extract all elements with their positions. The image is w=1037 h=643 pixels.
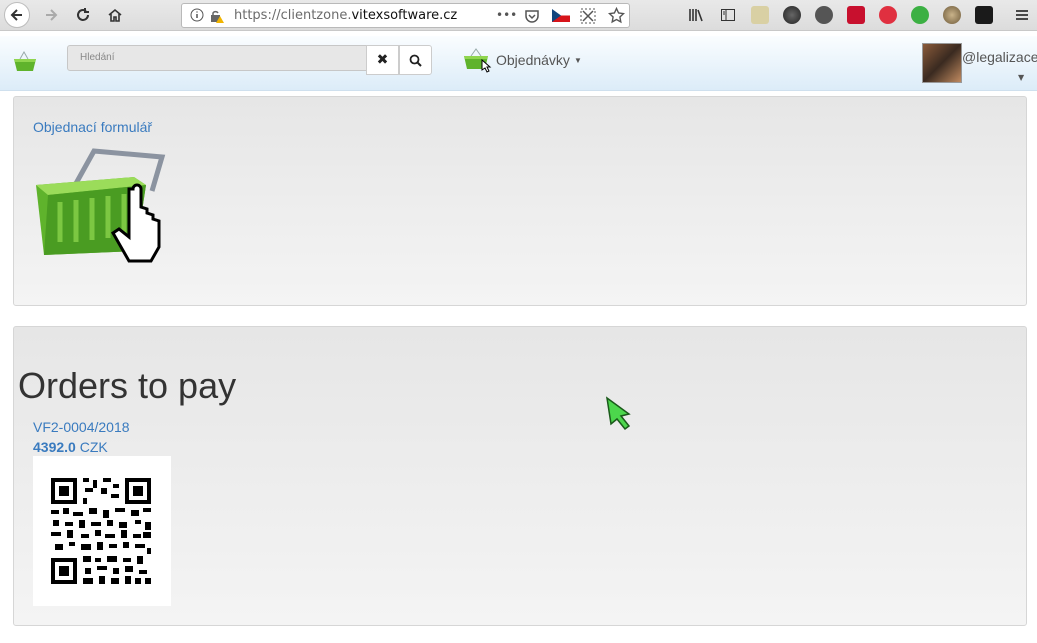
amount-currency: CZK [79, 439, 108, 455]
app-logo-basket-icon[interactable] [12, 50, 38, 78]
home-button[interactable] [104, 3, 126, 27]
hamburger-menu-icon[interactable] [1012, 3, 1032, 27]
order-form-panel: Objednací formulář [13, 96, 1027, 306]
search-icon [409, 54, 422, 67]
browser-toolbar: https://clientzone.vitexsoftware.cz ••• [0, 0, 1037, 31]
reload-button[interactable] [72, 3, 94, 27]
caret-down-icon: ▼ [573, 55, 582, 65]
close-icon: ✖ [376, 52, 389, 68]
user-menu-caret-icon[interactable]: ▼ [1018, 73, 1024, 82]
qr-code-icon [51, 478, 151, 584]
basket-cursor-icon [464, 48, 492, 73]
flash-extension-icon[interactable] [847, 6, 865, 24]
bookmark-star-icon[interactable] [607, 6, 626, 28]
orders-menu[interactable]: Objednávky ▼ [462, 46, 582, 74]
printer-extension-icon[interactable] [751, 6, 769, 24]
library-icon[interactable] [686, 3, 706, 27]
info-icon[interactable] [190, 8, 204, 26]
back-button[interactable] [4, 2, 30, 28]
pocket-icon[interactable] [524, 8, 540, 28]
insecure-lock-icon[interactable] [209, 8, 225, 28]
orders-to-pay-panel: Orders to pay VF2-0004/2018 4392.0 CZK [13, 326, 1027, 626]
gear-extension-icon[interactable] [783, 6, 801, 24]
url-bar[interactable]: https://clientzone.vitexsoftware.cz ••• [181, 3, 630, 28]
orders-menu-label: Objednávky [496, 52, 570, 68]
order-form-link[interactable]: Objednací formulář [33, 119, 152, 135]
page-actions-button[interactable]: ••• [496, 8, 517, 22]
ip-extension-icon[interactable] [815, 6, 833, 24]
forward-button[interactable] [40, 3, 62, 27]
amount-line: 4392.0 CZK [33, 439, 108, 455]
search-button[interactable] [399, 45, 432, 75]
payment-qr-code[interactable] [33, 456, 171, 606]
url-text[interactable]: https://clientzone.vitexsoftware.cz [234, 8, 457, 23]
section-title: Orders to pay [18, 365, 237, 406]
adblock-extension-icon[interactable] [879, 6, 897, 24]
user-name[interactable]: @legalizace [962, 49, 1037, 65]
clear-search-button[interactable]: ✖ [366, 45, 399, 75]
cookie-extension-icon[interactable] [943, 6, 961, 24]
app-navbar: Hledání ✖ Objednávky ▼ @legalizace ▼ [0, 36, 1037, 91]
js-extension-icon[interactable] [911, 6, 929, 24]
user-avatar[interactable] [922, 43, 962, 83]
invoice-link[interactable]: VF2-0004/2018 [33, 419, 130, 435]
amount-value: 4392.0 [33, 439, 76, 455]
screenshot-icon[interactable] [580, 8, 596, 28]
mouse-cursor-icon [605, 396, 631, 431]
czech-flag-icon[interactable] [552, 9, 570, 22]
shopping-basket-icon[interactable] [34, 147, 169, 267]
h-extension-icon[interactable] [975, 6, 993, 24]
search-input[interactable]: Hledání [67, 45, 367, 71]
sidebar-icon[interactable] [718, 3, 738, 27]
